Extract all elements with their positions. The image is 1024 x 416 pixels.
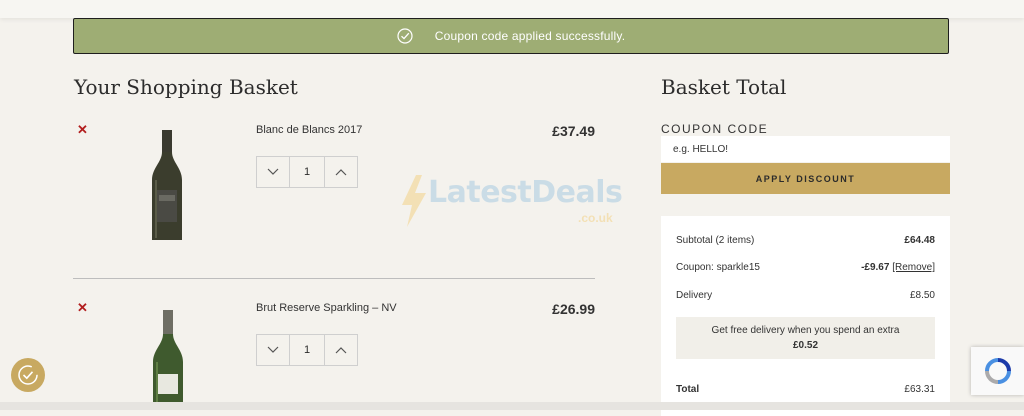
remove-item-icon[interactable]: ✕: [77, 122, 88, 138]
increase-quantity-button[interactable]: [325, 157, 357, 187]
cookie-settings-button[interactable]: [11, 358, 45, 392]
decrease-quantity-button[interactable]: [257, 335, 289, 365]
delivery-value: £8.50: [909, 290, 935, 301]
remove-item-icon[interactable]: ✕: [77, 300, 88, 316]
increase-quantity-button[interactable]: [325, 335, 357, 365]
cookie-check-icon: [18, 365, 38, 385]
item-divider: [73, 278, 595, 279]
quantity-stepper: 1: [256, 334, 358, 366]
subtotal-row: Subtotal (2 items) £64.48: [676, 235, 935, 246]
free-delivery-amount: £0.52: [792, 340, 819, 351]
chevron-down-icon: [267, 346, 279, 353]
recaptcha-icon: [984, 358, 1011, 384]
bottle-image: [152, 130, 182, 240]
product-price: £26.99: [552, 301, 595, 317]
recaptcha-badge[interactable]: [971, 347, 1024, 395]
coupon-row: Coupon: sparkle15 -£9.67 [Remove]: [676, 262, 935, 273]
basket-title: Your Shopping Basket: [74, 75, 298, 99]
delivery-row: Delivery £8.50: [676, 290, 935, 301]
watermark-subtext: .co.uk: [578, 211, 613, 225]
product-price: £37.49: [552, 123, 595, 139]
lightning-bolt-icon: [402, 175, 426, 227]
product-name[interactable]: Brut Reserve Sparkling – NV: [256, 302, 397, 314]
quantity-value[interactable]: 1: [289, 157, 325, 187]
order-summary-panel: Subtotal (2 items) £64.48 Coupon: sparkl…: [661, 216, 950, 416]
success-notice: Coupon code applied successfully.: [73, 18, 949, 54]
free-delivery-text: Get free delivery when you spend an extr…: [711, 325, 900, 336]
coupon-discount-value: -£9.67: [861, 262, 890, 273]
coupon-code-input[interactable]: [661, 136, 950, 162]
bottle-image: [153, 310, 183, 405]
chevron-up-icon: [335, 169, 347, 176]
remove-coupon-link[interactable]: [Remove]: [892, 262, 935, 273]
product-name[interactable]: Blanc de Blancs 2017: [256, 124, 362, 136]
quantity-value[interactable]: 1: [289, 335, 325, 365]
quantity-stepper: 1: [256, 156, 358, 188]
check-circle-icon: [397, 28, 413, 44]
top-header-bar: [0, 0, 1024, 18]
delivery-label: Delivery: [676, 290, 713, 301]
browser-bottom-bar: [0, 402, 1024, 410]
coupon-code-label: COUPON CODE: [661, 122, 769, 136]
subtotal-value: £64.48: [904, 235, 935, 246]
watermark-text: LatestDeals: [428, 175, 623, 210]
chevron-up-icon: [335, 347, 347, 354]
success-message: Coupon code applied successfully.: [434, 29, 626, 43]
decrease-quantity-button[interactable]: [257, 157, 289, 187]
total-value: £63.31: [904, 384, 935, 395]
chevron-down-icon: [267, 168, 279, 175]
free-delivery-notice: Get free delivery when you spend an extr…: [676, 317, 935, 359]
total-label: Total: [676, 384, 700, 395]
basket-total-title: Basket Total: [661, 75, 787, 99]
coupon-line-label: Coupon: sparkle15: [676, 262, 760, 273]
watermark-logo: LatestDeals .co.uk: [398, 175, 623, 227]
apply-discount-button[interactable]: APPLY DISCOUNT: [661, 163, 950, 194]
total-row: Total £63.31: [676, 384, 935, 395]
subtotal-label: Subtotal (2 items): [676, 235, 755, 246]
